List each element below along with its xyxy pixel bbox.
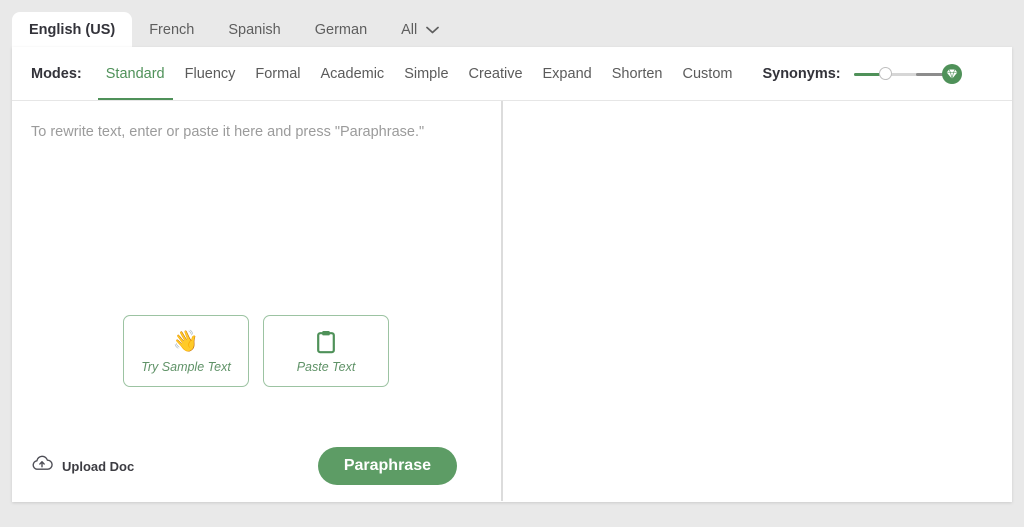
mode-tab-label: Fluency [184,65,236,82]
language-tab-german[interactable]: German [298,13,384,47]
synonyms-control: Synonyms: [762,63,962,85]
try-sample-text-button[interactable]: 👋 Try Sample Text [123,315,249,387]
language-tab-spanish[interactable]: Spanish [211,13,297,47]
synonyms-label: Synonyms: [762,65,841,82]
mode-tab-label: Academic [320,65,385,82]
mode-tab-standard[interactable]: Standard [96,47,175,100]
mode-tab-academic[interactable]: Academic [311,47,395,100]
clipboard-icon [316,329,336,355]
mode-tab-formal[interactable]: Formal [245,47,310,100]
mode-tab-label: Shorten [611,65,663,82]
mode-tab-label: Custom [682,65,733,82]
paste-text-button[interactable]: Paste Text [263,315,389,387]
upload-doc-button[interactable]: Upload Doc [31,455,134,477]
paraphrase-button-label: Paraphrase [343,457,431,474]
input-footer: Upload Doc Paraphrase [12,439,501,501]
mode-tab-label: Expand [542,65,592,82]
mode-tab-fluency[interactable]: Fluency [175,47,246,100]
chevron-down-icon [426,26,440,34]
language-tab-label: All [401,22,418,38]
language-tab-all[interactable]: All [384,13,456,47]
mode-tab-custom[interactable]: Custom [673,47,743,100]
modes-label: Modes: [31,65,82,82]
paraphrase-button[interactable]: Paraphrase [317,447,457,485]
slider-handle[interactable] [878,67,892,80]
language-tab-bar: English (US) French Spanish German All [0,0,1024,47]
gem-icon[interactable] [941,63,962,84]
editor-panes: To rewrite text, enter or paste it here … [12,101,1012,501]
language-tab-label: Spanish [228,22,281,38]
cloud-upload-icon [31,455,53,477]
language-tab-label: English (US) [29,21,116,38]
output-pane [503,101,1012,501]
language-tabs: English (US) French Spanish German All [12,12,456,47]
modes-bar: Modes: Standard Fluency Formal Academic … [12,47,1012,101]
mode-tab-label: Formal [255,65,301,82]
language-tab-english-us[interactable]: English (US) [12,12,133,47]
paste-text-label: Paste Text [296,359,356,374]
try-sample-text-label: Try Sample Text [141,359,231,374]
waving-hand-icon: 👋 [172,330,200,353]
mode-tab-shorten[interactable]: Shorten [602,47,673,100]
starter-buttons: 👋 Try Sample Text Paste Text [123,315,389,387]
mode-tab-label: Creative [468,65,523,82]
mode-tab-label: Standard [105,65,165,82]
slider-track-fill [853,72,880,76]
language-tab-french[interactable]: French [132,13,211,47]
synonyms-slider[interactable] [853,63,962,85]
mode-tab-creative[interactable]: Creative [459,47,533,100]
mode-tab-simple[interactable]: Simple [394,47,458,100]
input-placeholder: To rewrite text, enter or paste it here … [31,124,425,140]
mode-tab-label: Simple [404,65,449,82]
input-pane[interactable]: To rewrite text, enter or paste it here … [12,101,501,501]
upload-doc-label: Upload Doc [62,458,135,474]
language-tab-label: German [314,22,368,38]
language-tab-label: French [149,22,195,38]
paraphraser-card: Modes: Standard Fluency Formal Academic … [12,47,1012,502]
mode-tab-expand[interactable]: Expand [533,47,602,100]
